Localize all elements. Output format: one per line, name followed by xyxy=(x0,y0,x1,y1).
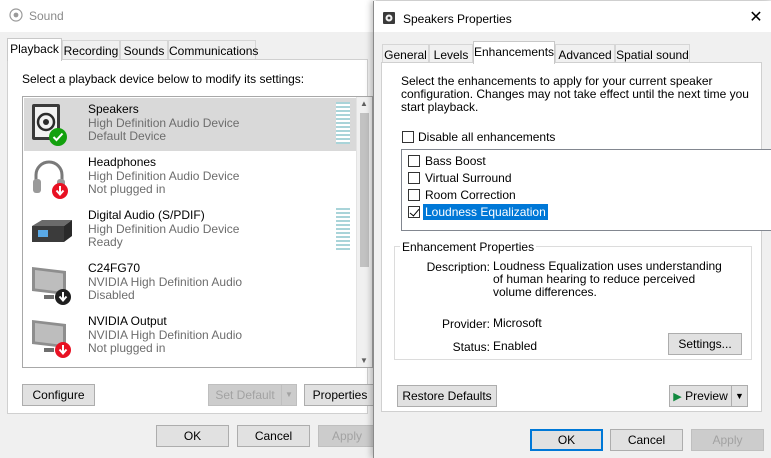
sound-window-title: Sound xyxy=(29,9,64,23)
playback-instruction: Select a playback device below to modify… xyxy=(22,72,305,86)
device-name: C24FG70 xyxy=(88,261,141,275)
set-default-button[interactable]: Set Default xyxy=(208,384,282,406)
device-description: NVIDIA High Definition Audio xyxy=(88,328,243,342)
restore-defaults-button[interactable]: Restore Defaults xyxy=(397,385,497,407)
tab-advanced[interactable]: Advanced xyxy=(555,44,615,64)
bass-boost-checkbox[interactable] xyxy=(408,155,420,167)
description-label: Description: xyxy=(426,260,490,274)
tab-spatial-sound[interactable]: Spatial sound xyxy=(615,44,690,64)
virtual-surround-checkbox[interactable] xyxy=(408,172,420,184)
device-item-nvidia-output[interactable]: NVIDIA Output NVIDIA High Definition Aud… xyxy=(24,310,356,363)
monitor-icon xyxy=(32,320,71,358)
device-status: Default Device xyxy=(88,129,167,143)
loudness-equalization-label[interactable]: Loudness Equalization xyxy=(423,204,548,220)
room-correction-label[interactable]: Room Correction xyxy=(425,188,516,202)
tab-levels[interactable]: Levels xyxy=(429,44,473,64)
tab-sounds[interactable]: Sounds xyxy=(120,40,168,60)
play-icon: ▶ xyxy=(673,391,682,403)
device-item-c24fg70[interactable]: C24FG70 NVIDIA High Definition Audio Dis… xyxy=(24,257,356,310)
device-name: Speakers xyxy=(88,102,139,116)
cancel-button[interactable]: Cancel xyxy=(610,429,683,451)
tab-recording[interactable]: Recording xyxy=(62,40,120,60)
sound-apply-button[interactable]: Apply xyxy=(318,425,376,447)
level-meter xyxy=(336,208,350,250)
settings-button[interactable]: Settings... xyxy=(668,333,742,355)
configure-button[interactable]: Configure xyxy=(22,384,95,406)
device-status: Not plugged in xyxy=(88,182,166,196)
close-icon[interactable]: ✕ xyxy=(744,7,768,29)
properties-title: Speakers Properties xyxy=(403,12,512,26)
device-name: NVIDIA Output xyxy=(88,314,167,328)
enhancements-description: Select the enhancements to apply for you… xyxy=(401,74,749,114)
device-description: High Definition Audio Device xyxy=(88,222,240,236)
room-correction-checkbox[interactable] xyxy=(408,189,420,201)
provider-label: Provider: xyxy=(441,317,490,331)
enhancement-properties-title: Enhancement Properties xyxy=(400,240,537,254)
level-meter xyxy=(336,102,350,144)
status-value: Enabled xyxy=(493,339,538,353)
disable-all-label[interactable]: Disable all enhancements xyxy=(418,130,555,144)
sound-ok-button[interactable]: OK xyxy=(156,425,229,447)
preview-dropdown-icon[interactable]: ▼ xyxy=(731,385,748,407)
device-list[interactable]: Speakers High Definition Audio Device De… xyxy=(22,96,373,368)
loudness-equalization-checkbox[interactable] xyxy=(408,206,420,218)
device-item-speakers[interactable]: Speakers High Definition Audio Device De… xyxy=(24,98,356,151)
preview-button[interactable]: ▶ Preview xyxy=(669,385,732,407)
tab-enhancements[interactable]: Enhancements xyxy=(473,41,555,64)
device-description: NVIDIA High Definition Audio xyxy=(88,275,243,289)
speaker-icon xyxy=(9,8,23,22)
provider-value: Microsoft xyxy=(493,316,542,330)
device-status: Not plugged in xyxy=(88,341,166,355)
status-label: Status: xyxy=(452,340,490,354)
disable-all-checkbox[interactable] xyxy=(402,131,414,143)
apply-button[interactable]: Apply xyxy=(691,429,764,451)
device-name: Headphones xyxy=(88,155,157,169)
headphones-icon xyxy=(33,160,68,199)
digital-audio-icon xyxy=(32,220,72,242)
set-default-dropdown-icon[interactable]: ▼ xyxy=(281,384,297,406)
speaker-device-icon xyxy=(32,104,67,146)
device-description: High Definition Audio Device xyxy=(88,169,240,183)
preview-label: Preview xyxy=(685,389,728,403)
tab-general[interactable]: General xyxy=(382,44,429,64)
device-name: Digital Audio (S/PDIF) xyxy=(88,208,205,222)
scroll-down-arrow-icon[interactable]: ▼ xyxy=(359,356,369,365)
device-item-headphones[interactable]: Headphones High Definition Audio Device … xyxy=(24,151,356,204)
bass-boost-label[interactable]: Bass Boost xyxy=(425,154,486,168)
tab-playback[interactable]: Playback xyxy=(7,38,62,61)
device-item-digital-audio[interactable]: Digital Audio (S/PDIF) High Definition A… xyxy=(24,204,356,257)
speaker-icon xyxy=(383,12,395,24)
scrollbar-thumb[interactable] xyxy=(360,113,369,267)
tab-communications[interactable]: Communications xyxy=(168,40,258,60)
device-description: High Definition Audio Device xyxy=(88,116,240,130)
virtual-surround-label[interactable]: Virtual Surround xyxy=(425,171,512,185)
sound-cancel-button[interactable]: Cancel xyxy=(237,425,310,447)
device-status: Disabled xyxy=(88,288,135,302)
properties-button[interactable]: Properties xyxy=(304,384,376,406)
ok-button[interactable]: OK xyxy=(530,429,603,451)
device-status: Ready xyxy=(88,235,123,249)
scroll-up-arrow-icon[interactable]: ▲ xyxy=(359,99,369,108)
description-value: Loudness Equalization uses understanding… xyxy=(493,259,722,299)
monitor-icon xyxy=(32,267,71,305)
